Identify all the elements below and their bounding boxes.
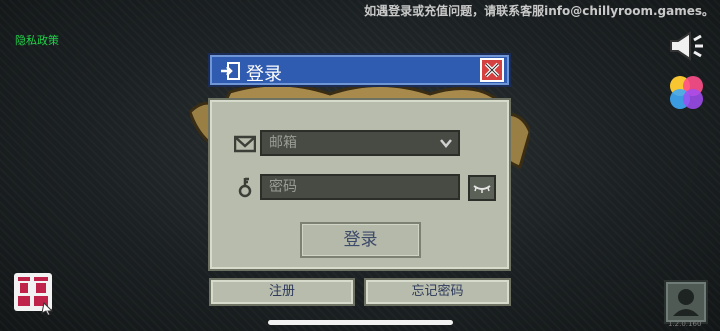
password-placeholder: 密码	[269, 179, 297, 195]
speaker-icon[interactable]	[668, 30, 706, 62]
mail-icon	[234, 135, 256, 153]
register-button[interactable]: 注册	[209, 278, 355, 306]
game-center-icon[interactable]	[668, 74, 704, 110]
support-notice: 如遇登录或充值问题，请联系客服info@chillyroom.games。	[364, 4, 714, 18]
login-dialog-titlebar: 登录	[208, 53, 511, 87]
forgot-password-button[interactable]: 忘记密码	[364, 278, 511, 306]
close-icon	[484, 62, 500, 78]
privacy-policy-link[interactable]: 隐私政策	[15, 32, 59, 48]
home-indicator[interactable]	[268, 320, 453, 325]
close-button[interactable]	[480, 58, 504, 82]
password-field[interactable]: 密码	[260, 174, 460, 200]
version-label: 1.2.0.160	[668, 320, 702, 328]
account-avatar-button[interactable]	[664, 280, 708, 324]
eye-closed-icon	[473, 185, 491, 193]
about-us-logo[interactable]	[12, 271, 56, 315]
show-password-button[interactable]	[468, 175, 496, 201]
key-icon	[238, 177, 252, 198]
dialog-title: 登录	[246, 64, 282, 85]
email-placeholder: 邮箱	[269, 135, 297, 151]
login-form-panel: 邮箱 密码 登录	[208, 98, 511, 271]
chevron-down-icon[interactable]	[440, 138, 452, 148]
login-button[interactable]: 登录	[300, 222, 421, 258]
email-field[interactable]: 邮箱	[260, 130, 460, 156]
user-avatar-icon	[673, 289, 699, 316]
login-icon	[221, 62, 240, 80]
